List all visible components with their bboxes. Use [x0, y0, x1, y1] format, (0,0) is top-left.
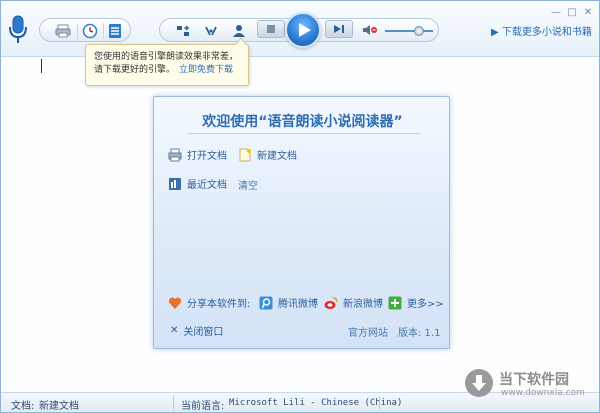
language-label: 当前语言: [181, 401, 225, 412]
separator [77, 23, 78, 39]
separator [103, 23, 104, 39]
clear-recent-label: 清空 [238, 181, 258, 192]
sina-weibo-label: 新浪微博 [343, 299, 383, 310]
tooltip-arrow-inner [236, 39, 246, 45]
recent-documents-label: 最近文档 [187, 180, 227, 191]
free-download-link[interactable]: 立即免费下载 [179, 65, 233, 75]
close-button[interactable]: ✕ [581, 7, 595, 19]
engine-warning-tooltip: 您使用的语音引擎朗读效果非常差， 请下载更好的引擎。 立即免费下载 [85, 44, 249, 86]
new-document-label: 新建文档 [257, 151, 297, 162]
list-icon[interactable] [106, 22, 124, 40]
close-window-link[interactable]: ✕ 关闭窗口 [170, 323, 223, 338]
tooltip-line-2-text: 请下载更好的引擎。 [94, 65, 176, 75]
print-icon [168, 148, 182, 162]
minimize-button[interactable]: — [549, 7, 563, 19]
divider [188, 133, 420, 134]
new-file-icon [238, 148, 252, 162]
document-name: 新建文档 [39, 401, 79, 412]
volume-slider-handle[interactable] [413, 26, 424, 36]
official-site-link[interactable]: 官方网站 [348, 324, 388, 339]
download-more-link[interactable]: ▶ 下载更多小说和书籍 [491, 23, 592, 38]
close-x-icon: ✕ [170, 325, 179, 336]
volume-slider-track[interactable] [385, 30, 433, 32]
sina-weibo-icon [324, 296, 338, 310]
shuffle-icon[interactable] [174, 22, 192, 40]
share-label: 分享本软件到: [168, 295, 250, 310]
welcome-dialog: 欢迎使用“语音朗读小说阅读器” 打开文档 新建文档 最近文档 清空 分享本软件到… [153, 96, 450, 349]
open-document-label: 打开文档 [187, 151, 227, 162]
recent-documents-link[interactable]: 最近文档 [168, 176, 227, 191]
clear-recent-link[interactable]: 清空 [238, 177, 258, 192]
stop-button[interactable] [257, 20, 285, 38]
watermark-url: www.downxia.com [501, 388, 585, 398]
download-more-label: 下载更多小说和书籍 [501, 27, 592, 38]
share-label-text: 分享本软件到: [187, 299, 251, 310]
triangle-right-icon: ▶ [491, 27, 499, 38]
microphone-icon[interactable] [7, 15, 29, 45]
language-value: Microsoft Lili - Chinese (China) [229, 398, 403, 408]
tencent-weibo-link[interactable]: 腾讯微博 [259, 295, 318, 310]
recent-list-icon [168, 177, 182, 191]
print-icon[interactable] [54, 22, 72, 40]
document-label: 文档: [11, 401, 35, 412]
divider [173, 396, 174, 410]
download-arrow-icon [465, 369, 493, 397]
tooltip-line-2: 请下载更好的引擎。 立即免费下载 [94, 64, 240, 77]
maximize-button[interactable]: □ [565, 7, 579, 19]
new-document-link[interactable]: 新建文档 [238, 147, 297, 162]
next-button[interactable] [325, 20, 353, 38]
divider [379, 396, 380, 410]
tencent-weibo-icon [259, 296, 273, 310]
repeat-icon[interactable] [202, 22, 220, 40]
dialog-title: 欢迎使用“语音朗读小说阅读器” [202, 114, 403, 130]
site-watermark: 当下软件园 www.downxia.com [465, 367, 595, 407]
play-button[interactable] [285, 12, 321, 48]
close-window-label: 关闭窗口 [183, 327, 224, 338]
version-label: 版本: 1.1 [398, 328, 441, 339]
more-share-label: 更多>> [407, 299, 444, 310]
sina-weibo-link[interactable]: 新浪微博 [324, 295, 383, 310]
watermark-name: 当下软件园 [499, 372, 569, 388]
clock-icon[interactable] [81, 22, 99, 40]
tencent-weibo-label: 腾讯微博 [278, 299, 318, 310]
open-document-link[interactable]: 打开文档 [168, 147, 227, 162]
file-tools-group [39, 18, 131, 42]
plus-icon [388, 296, 402, 310]
mute-icon[interactable] [361, 21, 379, 39]
text-caret [41, 59, 42, 73]
play-icon [299, 23, 311, 37]
app-window: ▶ 下载更多小说和书籍 — □ ✕ 您使用的语音引擎朗读效果非常差， 请下载更好… [0, 0, 600, 413]
heart-icon [168, 296, 182, 310]
more-share-link[interactable]: 更多>> [388, 295, 444, 310]
tooltip-line-1: 您使用的语音引擎朗读效果非常差， [94, 52, 239, 62]
